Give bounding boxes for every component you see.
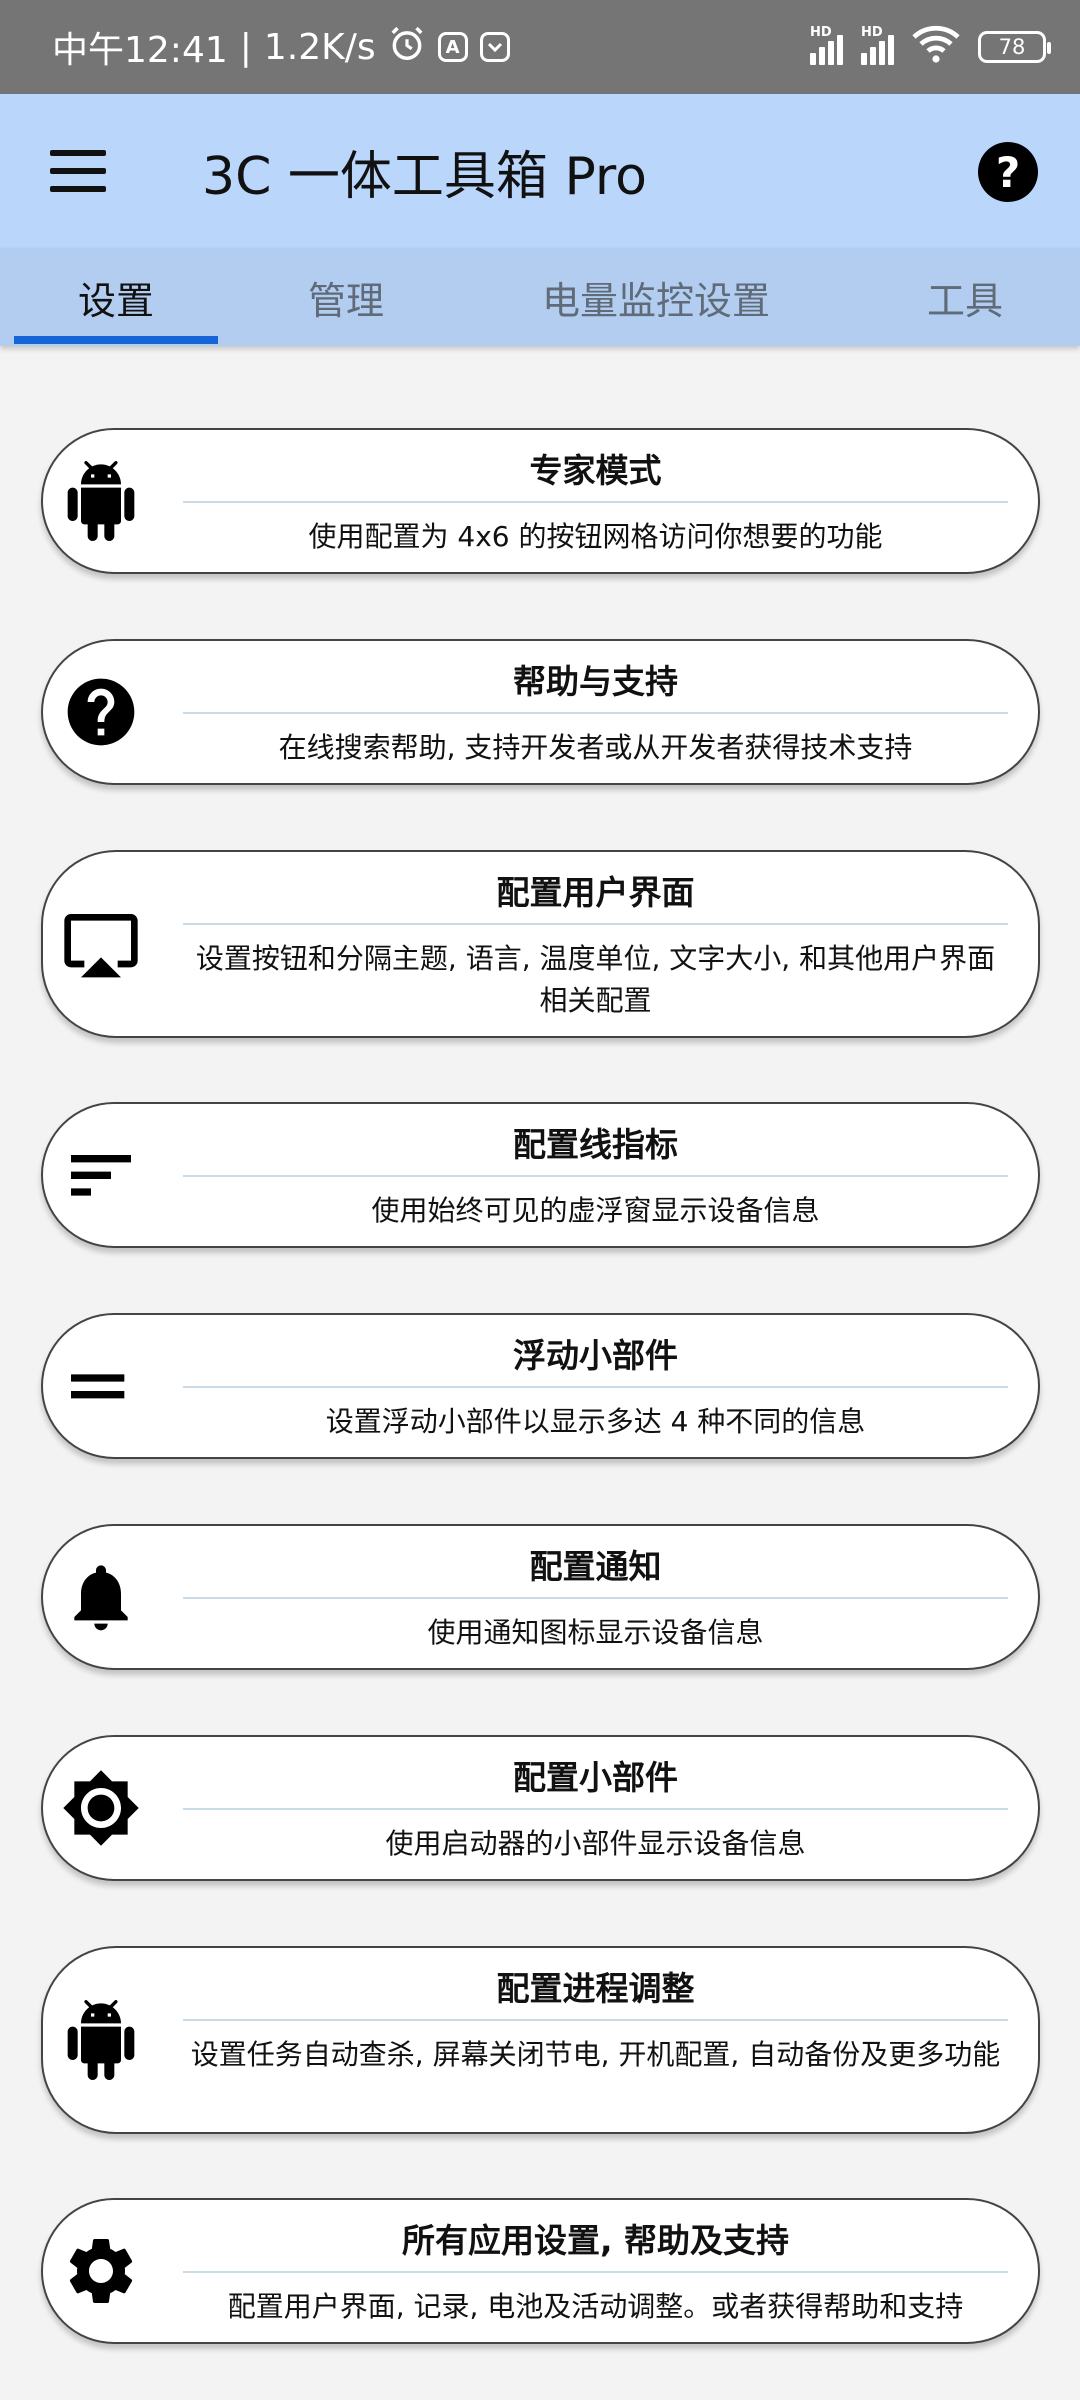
notification-chevron-icon xyxy=(479,32,510,62)
card-description: 设置按钮和分隔主题, 语言, 温度单位, 文字大小, 和其他用户界面相关配置 xyxy=(195,942,996,1017)
card-divider xyxy=(183,1597,1008,1599)
tab-tools[interactable]: 工具 xyxy=(870,248,1060,346)
card-configure-ui[interactable]: 配置用户界面 设置按钮和分隔主题, 语言, 温度单位, 文字大小, 和其他用户界… xyxy=(41,850,1040,1038)
card-description: 使用通知图标显示设备信息 xyxy=(427,1616,764,1649)
signal-2-icon: HD xyxy=(861,25,894,65)
card-divider xyxy=(183,1175,1008,1177)
brightness-icon xyxy=(61,1768,141,1848)
card-title: 配置小部件 xyxy=(513,1758,678,1797)
active-tab-indicator xyxy=(14,336,218,344)
help-icon[interactable]: ? xyxy=(978,142,1038,202)
tab-settings[interactable]: 设置 xyxy=(14,248,218,346)
card-expert-mode[interactable]: 专家模式 使用配置为 4x6 的按钮网格访问你想要的功能 xyxy=(41,428,1040,574)
tab-manage[interactable]: 管理 xyxy=(246,248,446,346)
tab-bar: 设置 管理 电量监控设置 工具 xyxy=(0,248,1080,346)
card-title: 配置用户界面 xyxy=(496,873,695,912)
card-divider xyxy=(183,501,1008,503)
status-time: 中午12:41 xyxy=(52,30,228,71)
card-all-app-settings[interactable]: 所有应用设置, 帮助及支持 配置用户界面, 记录, 电池及活动调整。或者获得帮助… xyxy=(41,2198,1040,2344)
card-divider xyxy=(183,1386,1008,1388)
tab-battery-monitor-settings[interactable]: 电量监控设置 xyxy=(500,248,812,346)
card-title: 浮动小部件 xyxy=(513,1336,678,1375)
card-divider xyxy=(183,2271,1008,2273)
card-divider xyxy=(183,923,1008,925)
card-floating-widget[interactable]: 浮动小部件 设置浮动小部件以显示多达 4 种不同的信息 xyxy=(41,1313,1040,1459)
card-title: 所有应用设置, 帮助及支持 xyxy=(401,2221,790,2260)
card-title: 专家模式 xyxy=(529,451,662,490)
status-separator: | xyxy=(239,26,252,68)
notification-a-icon: A xyxy=(437,32,468,62)
status-right: HD HD 78 xyxy=(810,25,1051,69)
bell-icon xyxy=(61,1557,141,1637)
status-bar: 中午12:41 | 1.2K/s A HD HD 78 xyxy=(0,0,1080,94)
card-configure-widget[interactable]: 配置小部件 使用启动器的小部件显示设备信息 xyxy=(41,1735,1040,1881)
card-divider xyxy=(183,1808,1008,1810)
card-description: 使用始终可见的虚浮窗显示设备信息 xyxy=(371,1194,820,1227)
sort-lines-icon xyxy=(61,1135,141,1215)
card-title: 帮助与支持 xyxy=(513,662,678,701)
hd-label: HD xyxy=(861,25,883,40)
card-description: 设置任务自动查杀, 屏幕关闭节电, 开机配置, 自动备份及更多功能 xyxy=(190,2038,1001,2071)
signal-1-icon: HD xyxy=(810,25,843,65)
status-left: 中午12:41 | 1.2K/s A xyxy=(52,21,510,73)
card-divider xyxy=(183,712,1008,714)
battery-level: 78 xyxy=(998,35,1026,59)
card-description: 使用配置为 4x6 的按钮网格访问你想要的功能 xyxy=(308,520,883,553)
card-line-indicator[interactable]: 配置线指标 使用始终可见的虚浮窗显示设备信息 xyxy=(41,1102,1040,1248)
card-description: 在线搜索帮助, 支持开发者或从开发者获得技术支持 xyxy=(278,731,913,764)
android-icon xyxy=(61,461,141,541)
card-title: 配置线指标 xyxy=(513,1125,678,1164)
gear-icon xyxy=(61,2231,141,2311)
card-description: 使用启动器的小部件显示设备信息 xyxy=(385,1827,806,1860)
card-title: 配置通知 xyxy=(529,1547,662,1586)
alarm-icon xyxy=(388,25,426,70)
app-title: 3C 一体工具箱 Pro xyxy=(202,146,647,207)
cast-screen-icon xyxy=(61,904,141,984)
app-bar: 3C 一体工具箱 Pro ? xyxy=(0,94,1080,248)
hamburger-menu-icon[interactable] xyxy=(50,150,106,192)
network-speed: 1.2K/s xyxy=(263,26,376,68)
equals-lines-icon xyxy=(61,1346,141,1426)
hd-label: HD xyxy=(810,25,832,40)
android-icon xyxy=(61,2000,141,2080)
card-title: 配置进程调整 xyxy=(496,1969,695,2008)
card-description: 设置浮动小部件以显示多达 4 种不同的信息 xyxy=(325,1405,866,1438)
card-description: 配置用户界面, 记录, 电池及活动调整。或者获得帮助和支持 xyxy=(227,2290,964,2323)
wifi-icon xyxy=(912,25,960,69)
card-process-tuning[interactable]: 配置进程调整 设置任务自动查杀, 屏幕关闭节电, 开机配置, 自动备份及更多功能 xyxy=(41,1946,1040,2134)
card-configure-notification[interactable]: 配置通知 使用通知图标显示设备信息 xyxy=(41,1524,1040,1670)
card-help-support[interactable]: 帮助与支持 在线搜索帮助, 支持开发者或从开发者获得技术支持 xyxy=(41,639,1040,785)
battery-icon: 78 xyxy=(978,31,1051,63)
card-divider xyxy=(183,2019,1008,2021)
help-circle-icon xyxy=(61,672,141,752)
